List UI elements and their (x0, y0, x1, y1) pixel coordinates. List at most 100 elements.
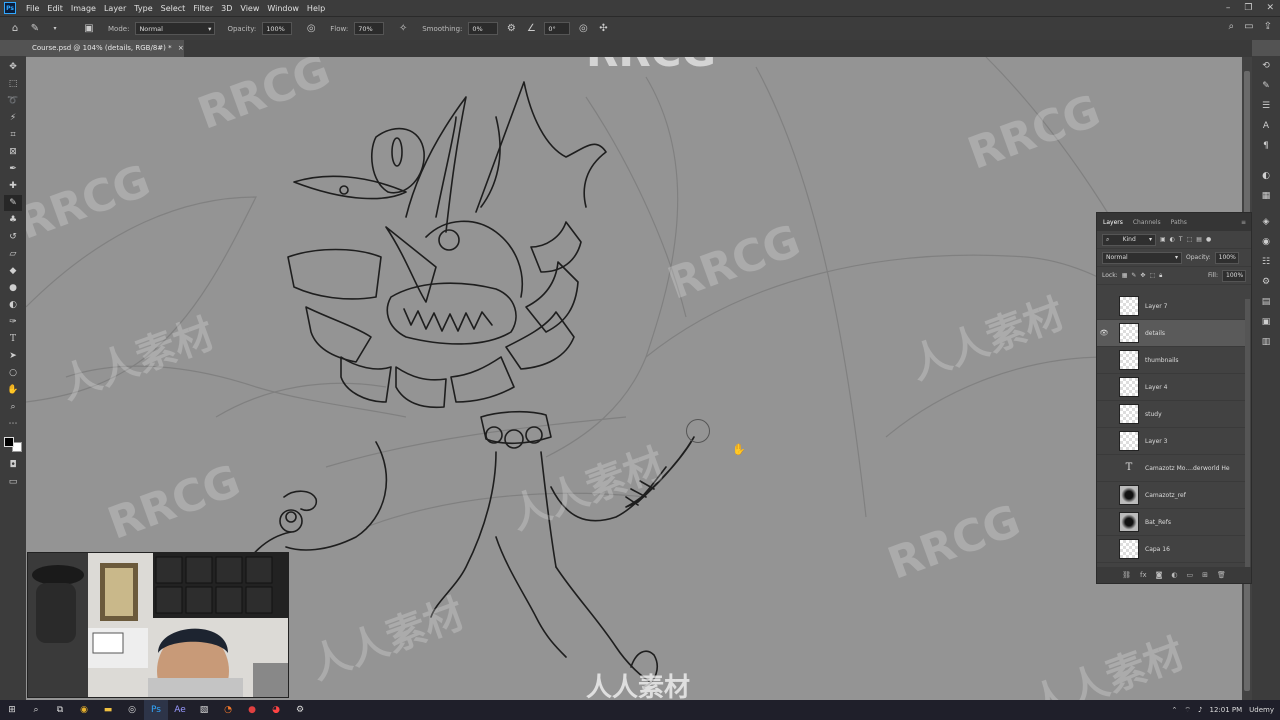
healing-brush-tool-icon[interactable]: ✚ (4, 178, 22, 194)
menu-3d[interactable]: 3D (217, 4, 236, 13)
type-tool-icon[interactable]: T (4, 331, 22, 347)
image-app-icon[interactable]: ▧ (192, 700, 216, 720)
gear-icon[interactable]: ⚙ (504, 22, 518, 36)
search-icon[interactable]: ⌕ (24, 700, 48, 720)
chrome-app-icon[interactable]: ◉ (72, 700, 96, 720)
minimize-icon[interactable]: – (1226, 3, 1231, 13)
media-app-icon[interactable]: ◕ (264, 700, 288, 720)
menu-edit[interactable]: Edit (43, 4, 67, 13)
restore-icon[interactable]: ❐ (1244, 3, 1252, 13)
fill-field[interactable]: 100% (1222, 269, 1246, 282)
layer-opacity-field[interactable]: 100% (1214, 251, 1239, 264)
delete-layer-icon[interactable]: 🗑︎ (1217, 571, 1226, 579)
crop-tool-icon[interactable]: ⌗ (4, 127, 22, 143)
layer-row[interactable]: T Camazotz Mo....derworld He (1097, 455, 1245, 482)
new-group-icon[interactable]: ▭ (1187, 571, 1194, 579)
history-brush-tool-icon[interactable]: ↺ (4, 229, 22, 245)
explorer-app-icon[interactable]: ▬ (96, 700, 120, 720)
tab-channels[interactable]: Channels (1133, 219, 1161, 226)
wifi-icon[interactable]: ⌔ (1184, 706, 1191, 715)
swatches-panel-icon[interactable]: ▦ (1257, 188, 1275, 204)
filter-shape-icon[interactable]: ⬚ (1187, 236, 1193, 243)
layers-scrollbar[interactable] (1245, 299, 1250, 569)
menu-select[interactable]: Select (157, 4, 190, 13)
paragraph-panel-icon[interactable]: ¶ (1257, 138, 1275, 154)
pressure-opacity-icon[interactable]: ◎ (304, 22, 318, 36)
more-tools-icon[interactable]: ⋯ (4, 416, 22, 432)
filter-toggle-icon[interactable]: ● (1206, 236, 1211, 243)
tables-panel-icon[interactable]: ▥ (1257, 334, 1275, 350)
path-selection-tool-icon[interactable]: ➤ (4, 348, 22, 364)
home-icon[interactable]: ⌂ (8, 22, 22, 36)
layer-row[interactable]: thumbnails (1097, 347, 1245, 374)
layer-row[interactable]: 👁︎ details (1097, 320, 1245, 347)
new-layer-icon[interactable]: ⊞ (1202, 571, 1208, 579)
brush-preset-icon[interactable]: ✎ (28, 22, 42, 36)
ellipse-tool-icon[interactable]: ○ (4, 365, 22, 381)
task-view-icon[interactable]: ⧉ (48, 700, 72, 720)
filter-type-icon[interactable]: T (1179, 236, 1183, 243)
link-layers-icon[interactable]: ⛓ (1122, 571, 1131, 579)
menu-help[interactable]: Help (303, 4, 329, 13)
after-effects-app-icon[interactable]: Ae (168, 700, 192, 720)
color-swatches[interactable] (4, 437, 22, 452)
opacity-field[interactable]: 100% (262, 22, 293, 35)
adjustments-panel-icon[interactable]: ☷ (1257, 254, 1275, 270)
menu-layer[interactable]: Layer (100, 4, 130, 13)
share-icon[interactable]: ⇪ (1264, 21, 1272, 32)
lock-artboard-icon[interactable]: ⬚ (1149, 272, 1155, 279)
frame-tool-icon[interactable]: ⊠ (4, 144, 22, 160)
photoshop-logo[interactable]: Ps (4, 2, 16, 14)
layer-filter-select[interactable]: ⌕ Kind ▾ (1102, 233, 1156, 246)
clone-stamp-tool-icon[interactable]: ♣ (4, 212, 22, 228)
history-panel-icon[interactable]: ⟲ (1257, 58, 1275, 74)
dodge-tool-icon[interactable]: ◐ (4, 297, 22, 313)
screen-mode-icon[interactable]: ▭ (4, 474, 22, 490)
panel-menu-icon[interactable]: ≡ (1241, 219, 1246, 226)
magic-wand-tool-icon[interactable]: ⚡ (4, 110, 22, 126)
tab-layers[interactable]: Layers (1103, 219, 1123, 226)
smoothing-field[interactable]: 0% (468, 22, 499, 35)
angle-field[interactable]: 0° (544, 22, 571, 35)
layer-row[interactable]: Layer 4 (1097, 374, 1245, 401)
symmetry-icon[interactable]: ✣ (596, 22, 610, 36)
windows-start-icon[interactable]: ⊞ (0, 700, 24, 720)
styles-panel-icon[interactable]: ▣ (1257, 314, 1275, 330)
mode-select[interactable]: Normal ▾ (135, 22, 216, 35)
lock-pixels-icon[interactable]: ✎ (1131, 272, 1136, 279)
quick-mask-icon[interactable]: ◘ (4, 457, 22, 473)
settings-app-icon[interactable]: ⚙ (288, 700, 312, 720)
close-icon[interactable]: × (178, 44, 184, 52)
photoshop-app-icon[interactable]: Ps (144, 700, 168, 720)
menu-file[interactable]: File (22, 4, 43, 13)
menu-image[interactable]: Image (67, 4, 100, 13)
filter-pixel-icon[interactable]: ▣ (1160, 236, 1166, 243)
lock-transparency-icon[interactable]: ▦ (1122, 272, 1128, 279)
recorder-app-icon[interactable]: ● (240, 700, 264, 720)
visibility-eye-icon[interactable]: 👁︎ (1097, 329, 1111, 337)
angle-icon[interactable]: ∠ (524, 22, 538, 36)
hand-tool-icon[interactable]: ✋ (4, 382, 22, 398)
chevron-up-icon[interactable]: ⌃ (1172, 706, 1178, 714)
brush-settings-panel-icon[interactable]: ✎ (1257, 78, 1275, 94)
zoom-tool-icon[interactable]: ⌕ (4, 399, 22, 415)
channels-panel-icon[interactable]: ◉ (1257, 234, 1275, 250)
blur-tool-icon[interactable]: ● (4, 280, 22, 296)
obs-app-icon[interactable]: ◎ (120, 700, 144, 720)
airbrush-icon[interactable]: ✧ (396, 22, 410, 36)
layer-row[interactable]: study (1097, 401, 1245, 428)
layer-row[interactable]: Layer 3 (1097, 428, 1245, 455)
chevron-down-icon[interactable]: ▾ (48, 22, 62, 36)
tab-paths[interactable]: Paths (1171, 219, 1187, 226)
paint-bucket-tool-icon[interactable]: ◆ (4, 263, 22, 279)
search-icon[interactable]: ⌕ (1229, 21, 1235, 32)
layer-row[interactable]: Capa 16 (1097, 536, 1245, 563)
menu-window[interactable]: Window (263, 4, 303, 13)
foreground-color-swatch[interactable] (4, 437, 14, 447)
lock-all-icon[interactable]: 🔒︎ (1159, 272, 1162, 280)
filter-adjustment-icon[interactable]: ◐ (1170, 236, 1175, 243)
brush-settings-icon[interactable]: ▣ (82, 22, 96, 36)
lasso-tool-icon[interactable]: ➰ (4, 93, 22, 109)
layer-row[interactable]: Bat_Refs (1097, 509, 1245, 536)
layer-style-icon[interactable]: fx (1140, 571, 1147, 579)
